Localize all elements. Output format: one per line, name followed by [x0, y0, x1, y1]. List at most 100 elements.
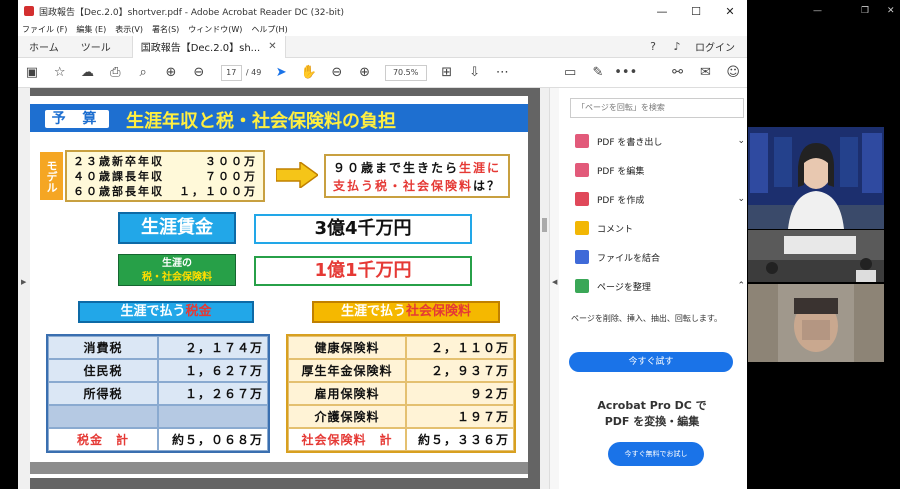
chevron-up-icon[interactable]: ⌃	[737, 281, 745, 291]
pdf-page: 予 算 生涯年収と税・社会保険料の負担 モデル ２３歳新卒年収 ３００万 ４０歳課…	[30, 96, 528, 478]
email-icon[interactable]: ✉	[691, 65, 719, 80]
video-tile-room[interactable]	[748, 230, 884, 282]
tab-document[interactable]: 国政報告【Dec.2.0】sh... ✕	[131, 35, 286, 58]
zoom-in-icon[interactable]: ⊕	[351, 65, 379, 80]
question-box: ９０歳まで生きたら生涯に 支払う税・社会保険料は？	[324, 154, 510, 198]
save-icon[interactable]: ▣	[18, 65, 46, 80]
video-tile-participant[interactable]	[748, 284, 884, 362]
print-icon[interactable]: ⎙	[101, 65, 129, 80]
page-fit-icon[interactable]: ⊞	[433, 65, 461, 80]
combine-files-item[interactable]: ファイルを結合	[575, 248, 745, 266]
scrollbar-thumb[interactable]	[542, 218, 547, 232]
menu-help[interactable]: ヘルプ(H)	[251, 24, 287, 35]
slide-footer	[30, 462, 528, 474]
create-pdf-item[interactable]: PDF を作成 ⌄	[575, 190, 745, 208]
free-trial-button[interactable]: 今すぐ無料でお試し	[608, 442, 704, 466]
tab-close-icon[interactable]: ✕	[268, 41, 276, 52]
hand-tool-icon[interactable]: ✋	[295, 65, 323, 80]
lifetime-burden-value: 1億1千万円	[254, 256, 472, 286]
bookmark-star-icon[interactable]: ☆	[46, 65, 74, 80]
tab-tools[interactable]: ツール	[70, 39, 122, 54]
acrobat-window: 国政報告【Dec.2.0】shortver.pdf - Adobe Acroba…	[18, 0, 747, 489]
model-row: ２３歳新卒年収 ３００万	[73, 155, 257, 168]
content-area: ▶ 予 算 生涯年収と税・社会保険料の負担 モデル ２３歳新卒年収 ３００万 ４０…	[18, 88, 747, 489]
participant-video	[748, 284, 884, 362]
toolbar: ▣ ☆ ☁ ⎙ ⌕ ⊕ ⊖ 17 / 49 ➤ ✋ ⊖ ⊕ 70.5% ⊞ ⇩ …	[18, 58, 747, 88]
document-viewport[interactable]: 予 算 生涯年収と税・社会保険料の負担 モデル ２３歳新卒年収 ３００万 ４０歳課…	[30, 88, 540, 489]
menu-edit[interactable]: 編集 (E)	[76, 24, 106, 35]
chevron-down-icon[interactable]: ⌄	[737, 194, 745, 204]
page-down-icon[interactable]: ⊖	[185, 65, 213, 80]
more-tools-icon[interactable]: ⋯	[488, 65, 516, 80]
collapse-right-icon[interactable]: ◀	[552, 278, 557, 286]
export-pdf-item[interactable]: PDF を書き出し ⌄	[575, 132, 745, 150]
menu-file[interactable]: ファイル (F)	[22, 24, 67, 35]
page-total: / 49	[245, 68, 262, 77]
table-row: 所得税 １，２６７万	[48, 382, 268, 405]
lifetime-burden-label: 生涯の 税・社会保険料	[118, 254, 236, 286]
bell-icon[interactable]: ♪	[665, 40, 689, 53]
try-now-button[interactable]: 今すぐ試す	[569, 352, 733, 372]
upload-cloud-icon[interactable]: ☁	[74, 65, 102, 80]
menu-sign[interactable]: 署名(S)	[152, 24, 179, 35]
model-row: ４０歳課長年収 ７００万	[73, 170, 257, 183]
expand-left-icon[interactable]: ▶	[21, 278, 26, 286]
table-row: 消費税 ２，１７４万	[48, 336, 268, 359]
table-total-row: 税金 計約５，０６８万	[48, 428, 268, 451]
window-title: 国政報告【Dec.2.0】shortver.pdf - Adobe Acroba…	[39, 7, 345, 18]
social-insurance-header: 生涯で払う社会保険料	[312, 301, 500, 323]
help-icon[interactable]: ?	[641, 40, 665, 53]
screen: 国政報告【Dec.2.0】shortver.pdf - Adobe Acroba…	[0, 0, 900, 489]
comment-item[interactable]: コメント	[575, 219, 745, 237]
organize-description: ページを削除、挿入、抽出、回転します。	[571, 314, 723, 323]
maximize-button[interactable]: ☐	[679, 5, 713, 18]
page-up-icon[interactable]: ⊕	[157, 65, 185, 80]
tab-home[interactable]: ホーム	[18, 39, 70, 54]
link-icon[interactable]: ⚯	[664, 65, 692, 80]
title-bar: 国政報告【Dec.2.0】shortver.pdf - Adobe Acroba…	[18, 0, 747, 22]
close-button[interactable]: ✕	[713, 5, 747, 18]
add-user-icon[interactable]: ☺	[719, 65, 747, 80]
video-tile-speaker[interactable]	[748, 127, 884, 229]
edit-pdf-item[interactable]: PDF を編集	[575, 161, 745, 179]
menu-view[interactable]: 表示(V)	[115, 24, 143, 35]
more-options-icon[interactable]: •••	[612, 65, 640, 80]
search-icon[interactable]: ⌕	[129, 65, 157, 80]
login-link[interactable]: ログイン	[689, 39, 747, 54]
organize-pages-item[interactable]: ページを整理 ⌃	[575, 277, 745, 295]
page-number-input[interactable]: 17	[220, 64, 242, 81]
zoom-level-field[interactable]: 70.5%	[384, 64, 427, 81]
model-income-box: ２３歳新卒年収 ３００万 ４０歳課長年収 ７００万 ６０歳部長年収 １，１００万	[65, 150, 265, 202]
budget-badge: 予 算	[43, 108, 111, 130]
tax-table: 消費税 ２，１７４万 住民税 １，６２７万 所得税 １，２６７万 税金 計約５，０６８…	[46, 334, 270, 453]
menu-bar: ファイル (F) 編集 (E) 表示(V) 署名(S) ウィンドウ(W) ヘルプ…	[18, 22, 747, 36]
minimize-button[interactable]: —	[645, 5, 679, 18]
left-nav-pane[interactable]: ▶	[18, 88, 30, 489]
tab-document-label: 国政報告【Dec.2.0】sh...	[140, 43, 261, 54]
table-row: 介護保険料 １９７万	[288, 405, 514, 428]
table-row: 住民税 １，６２７万	[48, 359, 268, 382]
comment-icon[interactable]: ▭	[556, 65, 584, 80]
tools-search-input[interactable]: 「ページを回転」を検索	[570, 98, 744, 118]
highlight-pen-icon[interactable]: ✎	[584, 65, 612, 80]
restore-video-icon[interactable]: ❐	[861, 6, 869, 16]
table-row	[48, 405, 268, 428]
model-label: モデル	[40, 152, 63, 200]
table-row: 厚生年金保険料 ２，９３７万	[288, 359, 514, 382]
create-pdf-icon	[575, 192, 589, 206]
combine-files-icon	[575, 250, 589, 264]
menu-window[interactable]: ウィンドウ(W)	[188, 24, 242, 35]
scroll-mode-icon[interactable]: ⇩	[461, 65, 489, 80]
chevron-down-icon[interactable]: ⌄	[737, 136, 745, 146]
right-pane-toggle[interactable]: ◀	[549, 88, 559, 489]
minimize-video-icon[interactable]: —	[813, 6, 822, 16]
table-row: 健康保険料 ２，１１０万	[288, 336, 514, 359]
zoom-out-icon[interactable]: ⊖	[323, 65, 351, 80]
video-panel-chrome: — ❐ ✕	[747, 0, 900, 130]
table-total-row: 社会保険料 計約５，３３６万	[288, 428, 514, 451]
vertical-scrollbar[interactable]	[540, 88, 549, 489]
select-cursor-icon[interactable]: ➤	[267, 65, 295, 80]
lifetime-wage-label: 生涯賃金	[118, 212, 236, 244]
tab-bar: ホーム ツール 国政報告【Dec.2.0】sh... ✕ ? ♪ ログイン	[18, 35, 747, 58]
close-video-icon[interactable]: ✕	[887, 6, 895, 16]
